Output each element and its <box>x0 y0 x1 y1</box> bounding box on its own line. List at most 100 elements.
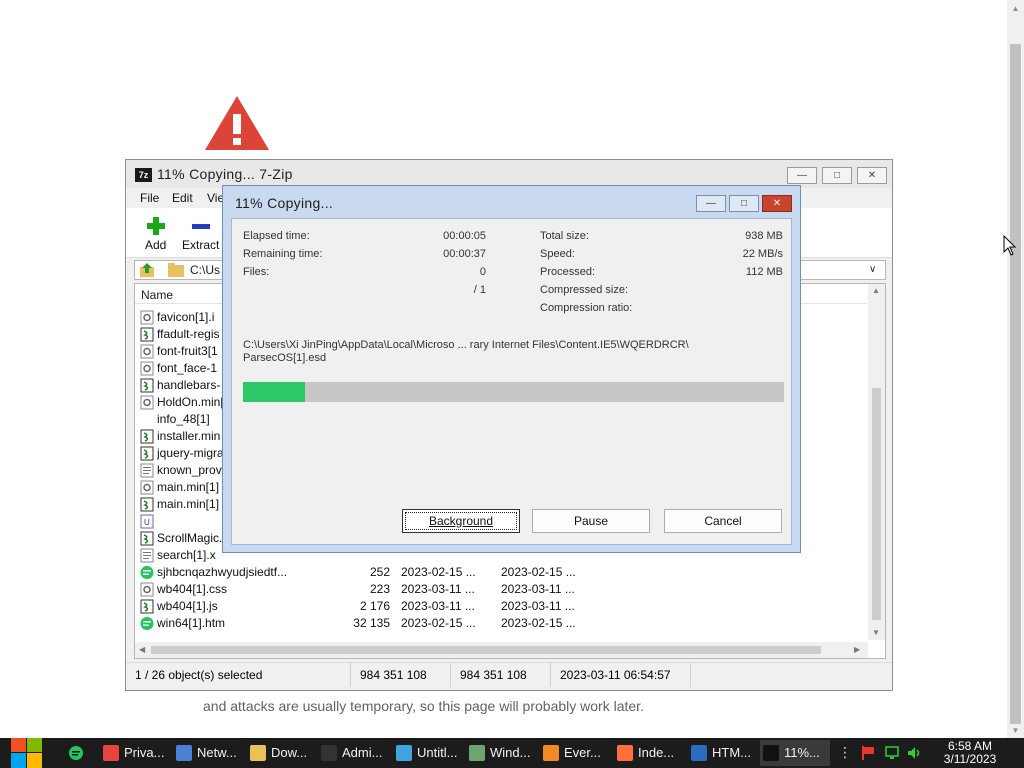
status-bar: 1 / 26 object(s) selected 984 351 108 98… <box>126 662 892 687</box>
file-size: 223 <box>369 582 390 596</box>
scroll-up-arrow-icon[interactable]: ▲ <box>872 286 880 295</box>
chevron-down-icon[interactable]: ∨ <box>869 264 876 275</box>
script-file-icon <box>140 531 154 546</box>
menu-edit[interactable]: Edit <box>172 191 193 205</box>
html-file-icon <box>140 616 154 631</box>
everything-icon <box>543 745 559 761</box>
html-file-icon <box>140 565 154 580</box>
network-tray-icon[interactable] <box>884 745 900 761</box>
script-file-icon <box>140 446 154 461</box>
add-button[interactable]: Add <box>145 216 166 252</box>
scroll-right-arrow-icon[interactable]: ▶ <box>854 645 860 654</box>
taskbar-item[interactable]: Untitl... <box>393 740 463 766</box>
taskbar-item-label: Inde... <box>638 745 675 760</box>
overflow-dots-icon[interactable]: ⋮ <box>838 744 852 761</box>
7zip-window-title: 11% Copying... 7-Zip <box>157 166 293 182</box>
dialog-close-button[interactable]: ✕ <box>762 195 792 212</box>
column-name-header[interactable]: Name <box>141 288 173 302</box>
scroll-down-arrow-icon[interactable]: ▼ <box>1007 724 1024 738</box>
cmd-icon <box>321 745 337 761</box>
status-packed-size: 984 351 108 <box>451 663 551 687</box>
mouse-pointer-icon <box>1003 235 1017 256</box>
list-scroll-thumb[interactable] <box>872 388 881 620</box>
system-clock[interactable]: 6:58 AM 3/11/2023 <box>934 740 1006 766</box>
path-line-2: ParsecOS[1].esd <box>243 352 327 364</box>
taskbar-item[interactable]: HTM... <box>688 740 758 766</box>
file-row[interactable]: wb404[1].css 223 2023-03-11 ... 2023-03-11 … <box>135 581 735 598</box>
list-horizontal-scrollbar[interactable]: ◀ ▶ <box>135 642 868 658</box>
elapsed-time-label: Elapsed time: <box>243 230 310 242</box>
add-label: Add <box>145 238 167 252</box>
pause-label: Pause <box>573 514 609 528</box>
volume-icon[interactable] <box>906 745 922 761</box>
svg-text:U: U <box>144 518 150 527</box>
flag-icon[interactable] <box>860 745 876 761</box>
script-file-icon <box>140 327 154 342</box>
settings-file-icon <box>140 395 154 410</box>
chrome-icon <box>103 745 119 761</box>
taskbar: Priva... Netw... Dow... Admi... Untitl... Win… <box>0 738 1024 768</box>
taskbar-item-label: 11%... <box>784 745 820 760</box>
background-button[interactable]: Background <box>402 509 520 533</box>
file-row[interactable]: win64[1].htm 32 135 2023-02-15 ... 2023-02-… <box>135 615 735 632</box>
status-size: 984 351 108 <box>351 663 451 687</box>
script-file-icon <box>140 378 154 393</box>
file-modified: 2023-03-11 ... <box>401 599 475 613</box>
taskbar-item[interactable]: 11%... <box>760 740 830 766</box>
remaining-time-label: Remaining time: <box>243 248 323 260</box>
file-created: 2023-02-15 ... <box>501 565 576 579</box>
window-icon <box>469 745 485 761</box>
list-hscroll-thumb[interactable] <box>151 646 821 654</box>
maximize-button[interactable]: □ <box>822 167 852 184</box>
scroll-down-arrow-icon[interactable]: ▼ <box>872 628 880 637</box>
taskbar-item-label: Dow... <box>271 745 308 760</box>
folder-icon <box>168 263 184 277</box>
file-row[interactable]: sjhbcnqazhwyudjsiedtf... 252 2023-02-15 ..… <box>135 564 735 581</box>
up-folder-icon[interactable] <box>139 262 155 278</box>
text-file-icon <box>140 548 154 563</box>
script-file-icon <box>140 429 154 444</box>
file-created: 2023-03-11 ... <box>501 582 575 596</box>
dialog-minimize-button[interactable]: — <box>696 195 726 212</box>
background-label: Background <box>428 514 494 528</box>
firefox-icon <box>617 745 633 761</box>
elapsed-time-value: 00:00:05 <box>443 230 486 242</box>
files-total-value: / 1 <box>473 284 486 296</box>
taskbar-item[interactable]: Priva... <box>100 740 168 766</box>
dialog-title: 11% Copying... <box>235 195 334 211</box>
taskbar-item[interactable]: Inde... <box>614 740 684 766</box>
copy-progress-dialog: 11% Copying... — □ ✕ Elapsed time: 00:00… <box>222 185 801 553</box>
list-vertical-scrollbar[interactable]: ▲ ▼ <box>868 284 885 640</box>
files-label: Files: <box>243 266 270 278</box>
scroll-left-arrow-icon[interactable]: ◀ <box>139 645 145 654</box>
taskbar-item[interactable]: Wind... <box>466 740 536 766</box>
remaining-time-value: 00:00:37 <box>443 248 486 260</box>
menu-file[interactable]: File <box>140 191 159 205</box>
close-button[interactable]: ✕ <box>857 167 887 184</box>
settings-file-icon <box>140 582 154 597</box>
dialog-maximize-button[interactable]: □ <box>729 195 759 212</box>
taskbar-item[interactable]: Admi... <box>318 740 388 766</box>
taskbar-item-label: Ever... <box>564 745 601 760</box>
taskbar-item-label: HTM... <box>712 745 751 760</box>
clock-date: 3/11/2023 <box>943 752 997 766</box>
warning-icon <box>205 96 269 150</box>
minimize-button[interactable]: — <box>787 167 817 184</box>
url-file-icon: U <box>140 514 154 529</box>
taskbar-item[interactable]: Ever... <box>540 740 610 766</box>
cancel-button[interactable]: Cancel <box>664 509 782 533</box>
extract-button[interactable]: Extract <box>182 216 219 252</box>
text-file-icon <box>140 463 154 478</box>
progress-bar-fill <box>243 382 306 402</box>
pause-button[interactable]: Pause <box>532 509 650 533</box>
taskbar-item[interactable]: Netw... <box>173 740 243 766</box>
scroll-up-arrow-icon[interactable]: ▲ <box>1007 2 1024 16</box>
page-scrollbar[interactable]: ▲ ▼ <box>1007 0 1024 738</box>
taskbar-item[interactable]: Dow... <box>247 740 315 766</box>
file-row[interactable]: wb404[1].js 2 176 2023-03-11 ... 2023-03-11… <box>135 598 735 615</box>
7zip-titlebar[interactable]: 7z 11% Copying... 7-Zip — □ ✕ <box>126 160 892 188</box>
chat-icon[interactable] <box>68 745 84 761</box>
windows-start-icon[interactable] <box>8 738 46 768</box>
settings-file-icon <box>140 361 154 376</box>
scrollbar-thumb[interactable] <box>1010 44 1021 724</box>
